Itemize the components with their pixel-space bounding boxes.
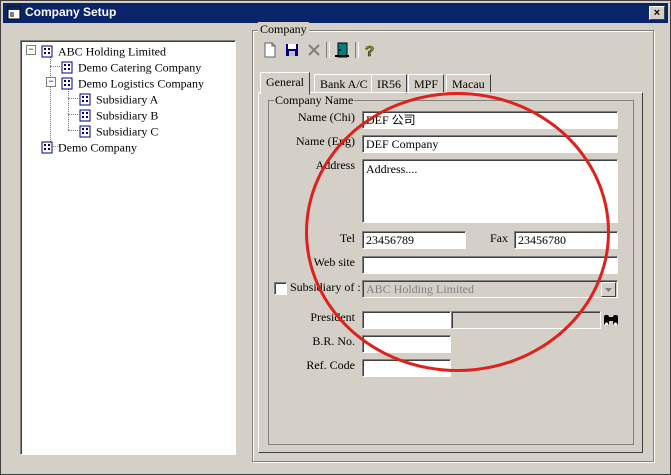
tree-node-demo-catering[interactable]: Demo Catering Company <box>60 58 201 74</box>
tree-line <box>68 130 78 131</box>
name-eng-label: Name (Eng) <box>296 134 355 148</box>
tree-line <box>50 56 51 150</box>
close-button[interactable]: × <box>649 6 665 20</box>
subsidiary-select-value: ABC Holding Limited <box>366 282 474 296</box>
president-label: President <box>310 310 355 324</box>
building-icon <box>41 45 53 58</box>
svg-text:?: ? <box>365 43 374 60</box>
fax-label: Fax <box>490 231 508 245</box>
dropdown-button[interactable] <box>601 282 616 297</box>
tab-bank-ac[interactable]: Bank A/C <box>314 74 374 94</box>
tree-collapse-toggle[interactable]: − <box>26 45 36 55</box>
tree-node-label: Demo Company <box>58 140 137 155</box>
building-icon <box>79 93 91 106</box>
br-no-input[interactable] <box>362 335 451 353</box>
website-input[interactable] <box>362 256 618 274</box>
ref-code-input[interactable] <box>362 359 451 377</box>
binoculars-icon[interactable] <box>601 311 621 329</box>
tab-macau[interactable]: Macau <box>446 74 491 94</box>
chevron-down-icon <box>605 288 612 292</box>
tree-line <box>68 98 78 99</box>
ref-code-label: Ref. Code <box>306 358 355 372</box>
building-icon <box>41 141 53 154</box>
toolbar-separator <box>355 42 359 58</box>
tree-node-subsidiary-b[interactable]: Subsidiary B <box>78 106 158 122</box>
address-label: Address <box>315 158 355 172</box>
tree-node-label: Demo Logistics Company <box>78 76 204 91</box>
building-icon <box>79 125 91 138</box>
tab-general[interactable]: General <box>260 72 310 95</box>
website-label: Web site <box>313 255 355 269</box>
name-chi-label: Name (Chi) <box>298 110 355 124</box>
new-document-icon[interactable] <box>260 40 280 60</box>
subsidiary-label[interactable]: Subsidiary of : <box>290 280 361 295</box>
exit-door-icon[interactable] <box>332 40 352 60</box>
name-eng-input[interactable]: DEF Company <box>362 135 618 153</box>
building-icon <box>61 77 73 90</box>
tel-label: Tel <box>339 231 355 245</box>
tab-mpf[interactable]: MPF <box>408 74 445 94</box>
app-window-icon <box>7 6 21 20</box>
address-textarea[interactable]: Address.... <box>362 159 618 223</box>
tab-ir56[interactable]: IR56 <box>371 74 407 94</box>
tree-node-label: Subsidiary C <box>96 124 159 139</box>
president-name-display <box>451 311 601 329</box>
building-icon <box>61 61 73 74</box>
tree-node-abc-holding[interactable]: ABC Holding Limited <box>40 42 166 58</box>
tree-node-subsidiary-c[interactable]: Subsidiary C <box>78 122 158 138</box>
subsidiary-select[interactable]: ABC Holding Limited <box>362 280 618 298</box>
tree-line <box>50 66 60 67</box>
tree-line <box>68 114 78 115</box>
tree-node-label: Subsidiary B <box>96 108 159 123</box>
tree-node-demo-company[interactable]: Demo Company <box>40 138 137 154</box>
save-icon[interactable] <box>282 40 302 60</box>
building-icon <box>79 109 91 122</box>
fax-input[interactable]: 23456780 <box>514 231 618 249</box>
name-chi-input[interactable]: DEF 公司 <box>362 111 618 129</box>
tree-collapse-toggle[interactable]: − <box>46 77 56 87</box>
tree-node-label: ABC Holding Limited <box>58 44 166 59</box>
subsidiary-checkbox[interactable] <box>274 282 287 295</box>
company-name-group-label: Company Name <box>274 93 355 108</box>
tel-input[interactable]: 23456789 <box>362 231 466 249</box>
tree-node-demo-logistics[interactable]: Demo Logistics Company <box>60 74 204 90</box>
title-bar[interactable]: Company Setup × <box>3 3 668 23</box>
tree-line <box>68 88 69 130</box>
toolbar-separator <box>326 42 330 58</box>
president-code-input[interactable] <box>362 311 451 329</box>
tree-node-label: Demo Catering Company <box>78 60 202 75</box>
br-no-label: B.R. No. <box>312 334 355 348</box>
company-group-label: Company <box>258 22 309 37</box>
delete-icon[interactable] <box>304 40 324 60</box>
tree-node-label: Subsidiary A <box>96 92 159 107</box>
tree-node-subsidiary-a[interactable]: Subsidiary A <box>78 90 158 106</box>
help-icon[interactable]: ? <box>360 40 380 60</box>
window-title: Company Setup <box>25 5 117 19</box>
